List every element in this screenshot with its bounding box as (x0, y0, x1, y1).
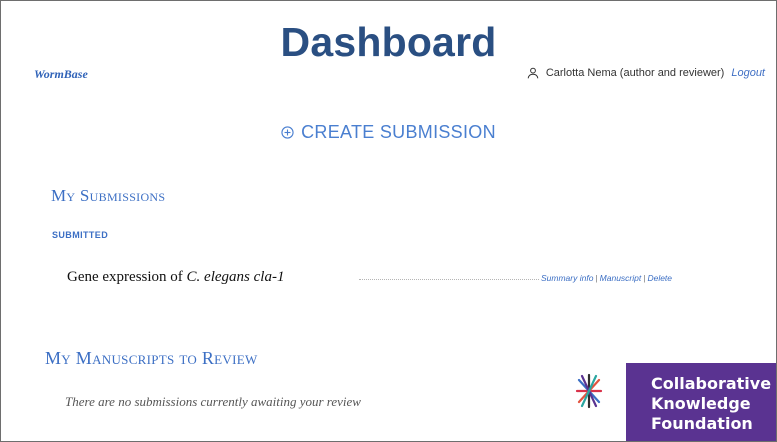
submission-actions: Summary info | Manuscript | Delete (541, 273, 672, 283)
submission-title-prefix: Gene expression of (67, 269, 183, 285)
app-frame: Dashboard WormBase Carlotta Nema (author… (0, 0, 777, 442)
submission-row: Gene expression of C. elegans cla-1 Summ… (67, 269, 707, 289)
user-icon (527, 67, 539, 79)
dotted-leader (359, 279, 539, 280)
submission-title: Gene expression of C. elegans cla-1 (67, 269, 284, 286)
empty-review-message: There are no submissions currently await… (65, 394, 361, 409)
create-submission-label: CREATE SUBMISSION (301, 122, 496, 142)
submitted-status-label: SUBMITTED (52, 230, 109, 240)
ckf-logo: Collaborative Knowledge Foundation (626, 363, 776, 441)
plus-circle-icon (281, 126, 294, 139)
submission-title-species: C. elegans cla-1 (186, 269, 285, 285)
manuscripts-to-review-heading: My Manuscripts to Review (45, 348, 258, 368)
manuscript-link[interactable]: Manuscript (600, 273, 642, 283)
user-name: Carlotta Nema (author and reviewer) (545, 67, 725, 79)
ckf-logo-line: Knowledge (651, 394, 751, 413)
delete-link[interactable]: Delete (647, 273, 672, 283)
user-area: Carlotta Nema (author and reviewer) Logo… (527, 67, 765, 79)
create-submission-button[interactable]: CREATE SUBMISSION (1, 122, 776, 143)
ckf-star-icon (575, 373, 603, 409)
my-submissions-heading: My Submissions (51, 186, 166, 205)
ckf-logo-line: Foundation (651, 414, 753, 433)
summary-info-link[interactable]: Summary info (541, 273, 593, 283)
ckf-logo-line: Collaborative (651, 374, 772, 393)
brand-logo-link[interactable]: WormBase (34, 67, 88, 82)
logout-link[interactable]: Logout (731, 67, 765, 79)
page-title: Dashboard (280, 19, 497, 65)
